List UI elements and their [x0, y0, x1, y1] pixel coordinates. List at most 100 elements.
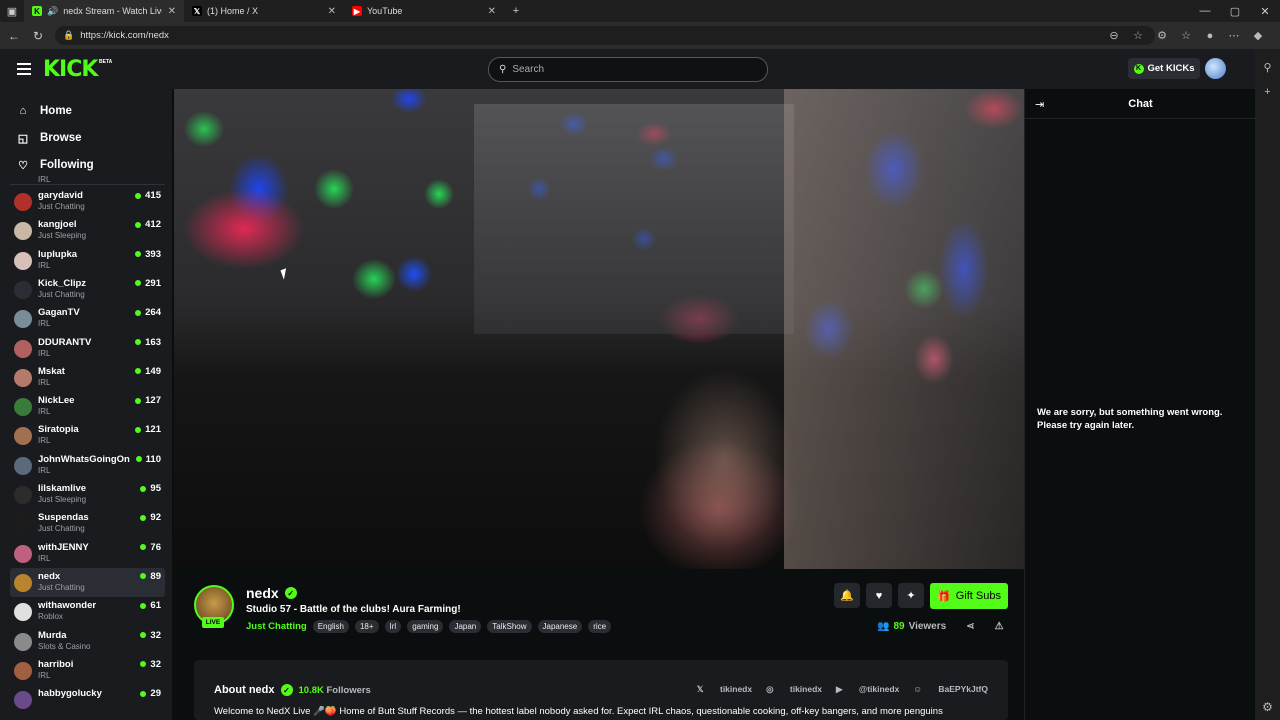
- sidebar-channel-gagantv[interactable]: GaganTV IRL 264: [10, 304, 165, 333]
- get-kicks-button[interactable]: K Get KICKs: [1128, 58, 1200, 79]
- user-avatar[interactable]: [1205, 58, 1226, 79]
- tag-pill[interactable]: Japan: [449, 619, 482, 633]
- close-tab-icon[interactable]: ✕: [328, 6, 336, 17]
- sidebar-channel-murda[interactable]: Murda Slots & Casino 32: [10, 627, 165, 656]
- copilot-icon[interactable]: ◆: [1246, 29, 1270, 42]
- social-instagram-link[interactable]: ◎ tikinedx: [766, 684, 822, 695]
- tab-x[interactable]: 𝕏 (1) Home / X ✕: [184, 0, 344, 22]
- channel-avatar: [14, 398, 32, 417]
- channel-name: Kick_Clipz: [38, 277, 87, 289]
- live-dot-icon: [135, 456, 142, 463]
- sidebar-channel-nedx[interactable]: nedx Just Chatting 89: [10, 567, 165, 597]
- channel-name: withawonder: [38, 600, 97, 612]
- hamburger-menu-icon[interactable]: [17, 63, 31, 75]
- share-icon[interactable]: ⋖: [966, 621, 974, 632]
- gift-subs-button[interactable]: 🎁 Gift Subs: [930, 583, 1008, 609]
- collections-icon[interactable]: ☆: [1174, 29, 1198, 42]
- channel-category: IRL: [38, 319, 51, 329]
- kick-logo[interactable]: KICK: [43, 57, 98, 82]
- new-tab-button[interactable]: +: [504, 0, 528, 22]
- social-youtube-link[interactable]: ▶ @tikinedx: [836, 684, 899, 695]
- sidebar-channel-mskat[interactable]: Mskat IRL 149: [10, 363, 165, 392]
- sidebar-channel-kick_clipz[interactable]: Kick_Clipz Just Chatting 291: [10, 275, 165, 304]
- live-badge: LIVE: [202, 617, 224, 628]
- favorite-star-icon[interactable]: ☆: [1126, 29, 1150, 42]
- maximize-button[interactable]: ▢: [1220, 0, 1250, 22]
- sidebar-channel-harriboi[interactable]: harriboi IRL 32: [10, 656, 165, 685]
- sidebar-channel-ddurantv[interactable]: DDURANTV IRL 163: [10, 334, 165, 363]
- channel-item-partial[interactable]: IRL: [10, 175, 165, 187]
- sidebar-channel-lilskamlive[interactable]: lilskamlive Just Sleeping 95: [10, 480, 165, 509]
- close-window-button[interactable]: ✕: [1250, 0, 1280, 22]
- search-input[interactable]: ⚲ Search: [488, 57, 768, 82]
- category-link[interactable]: Just Chatting: [246, 621, 307, 632]
- viewer-count-text: 32: [150, 629, 161, 641]
- sidebar-channel-withawonder[interactable]: withawonder Roblox 61: [10, 597, 165, 626]
- sidebar-channel-garydavid[interactable]: garydavid Just Chatting 415: [10, 187, 165, 216]
- sidebar-channel-luplupka[interactable]: luplupka IRL 393: [10, 246, 165, 275]
- sidebar-channel-kangjoel[interactable]: kangjoel Just Sleeping 412: [10, 216, 165, 245]
- mouse-cursor: [280, 268, 290, 280]
- follow-heart-button[interactable]: ♥: [866, 583, 892, 608]
- refresh-icon[interactable]: ↻: [26, 22, 50, 49]
- tag-pill[interactable]: gaming: [407, 619, 444, 633]
- tag-pill[interactable]: TalkShow: [487, 619, 532, 633]
- viewer-count-text: 415: [145, 190, 161, 201]
- report-warning-icon[interactable]: ⚠: [995, 621, 1004, 632]
- close-tab-icon[interactable]: ✕: [488, 6, 496, 17]
- viewer-count-text: 92: [150, 512, 161, 524]
- social-x-link[interactable]: 𝕏 tikinedx: [697, 684, 752, 695]
- sidebar-channel-johnwhatsgoingon[interactable]: JohnWhatsGoingOn IRL 110: [10, 451, 165, 480]
- settings-gear-icon[interactable]: ⚙: [1255, 700, 1280, 714]
- about-description: Welcome to NedX Live 🎤🍑 Home of Butt Stu…: [214, 706, 943, 717]
- url-text: https://kick.com/nedx: [80, 30, 169, 41]
- chat-title: Chat: [1128, 98, 1153, 110]
- channel-avatar: [14, 603, 32, 622]
- tab-kick[interactable]: K 🔊 nedx Stream - Watch Live on Kick ✕: [24, 0, 184, 22]
- tag-pill[interactable]: Japanese: [537, 619, 583, 633]
- stream-title: Studio 57 - Battle of the clubs! Aura Fa…: [246, 604, 461, 615]
- followers-info: 10.8K Followers: [299, 685, 371, 696]
- close-tab-icon[interactable]: ✕: [168, 6, 176, 17]
- x-logo-icon: 𝕏: [192, 6, 202, 16]
- sidebar-channel-nicklee[interactable]: NickLee IRL 127: [10, 392, 165, 421]
- heart-icon: ♡: [18, 159, 28, 172]
- channel-avatar: [14, 632, 32, 651]
- url-field[interactable]: 🔒 https://kick.com/nedx: [55, 26, 1155, 45]
- reader-icon[interactable]: ⊖: [1102, 29, 1126, 42]
- extensions-icon[interactable]: ⚙: [1150, 29, 1174, 42]
- tab-youtube[interactable]: ▶ YouTube ✕: [344, 0, 504, 22]
- sidebar-channel-siratopia[interactable]: Siratopia IRL 121: [10, 421, 165, 450]
- window-menu-icon[interactable]: ▣: [0, 0, 24, 22]
- sidebar-channel-habbygolucky[interactable]: habbygolucky 29: [10, 685, 165, 714]
- viewer-count-text: 291: [145, 277, 161, 289]
- sidebar-search-icon[interactable]: ⚲: [1255, 61, 1280, 74]
- channel-name: NickLee: [38, 395, 75, 407]
- channel-name: kangjoel: [38, 219, 77, 231]
- sidebar-channel-withjenny[interactable]: withJENNY IRL 76: [10, 539, 165, 568]
- sidebar-channel-suspendas[interactable]: Suspendas Just Chatting 92: [10, 509, 165, 538]
- tag-pill[interactable]: 18+: [354, 619, 379, 633]
- sidebar-item-label: Following: [40, 159, 94, 171]
- sidebar-item-browse[interactable]: ◱ Browse: [16, 129, 82, 147]
- more-menu-icon[interactable]: ⋯: [1222, 29, 1246, 42]
- back-icon[interactable]: ←: [2, 22, 26, 49]
- sidebar-add-icon[interactable]: +: [1255, 86, 1280, 98]
- social-discord-link[interactable]: ☺ BaEPYkJtfQ: [913, 684, 988, 695]
- channel-name[interactable]: nedx ✓: [246, 585, 297, 601]
- tag-pill[interactable]: Irl: [384, 619, 402, 633]
- profile-icon[interactable]: ●: [1198, 30, 1222, 42]
- sidebar-item-following[interactable]: ♡ Following: [16, 156, 94, 174]
- sparkle-button[interactable]: ✦: [898, 583, 924, 608]
- sidebar-item-home[interactable]: ⌂ Home: [16, 102, 72, 120]
- minimize-button[interactable]: —: [1190, 0, 1220, 22]
- channel-name: Mskat: [38, 365, 65, 377]
- viewer-count: 32: [140, 659, 161, 670]
- notification-bell-button[interactable]: 🔔: [834, 583, 860, 608]
- gift-subs-label: Gift Subs: [955, 590, 1001, 602]
- channel-avatar: [14, 368, 32, 387]
- tag-pill[interactable]: English: [312, 619, 349, 633]
- video-player[interactable]: [174, 89, 1024, 569]
- speaker-icon[interactable]: 🔊: [47, 6, 58, 17]
- tag-pill[interactable]: rice: [588, 619, 612, 633]
